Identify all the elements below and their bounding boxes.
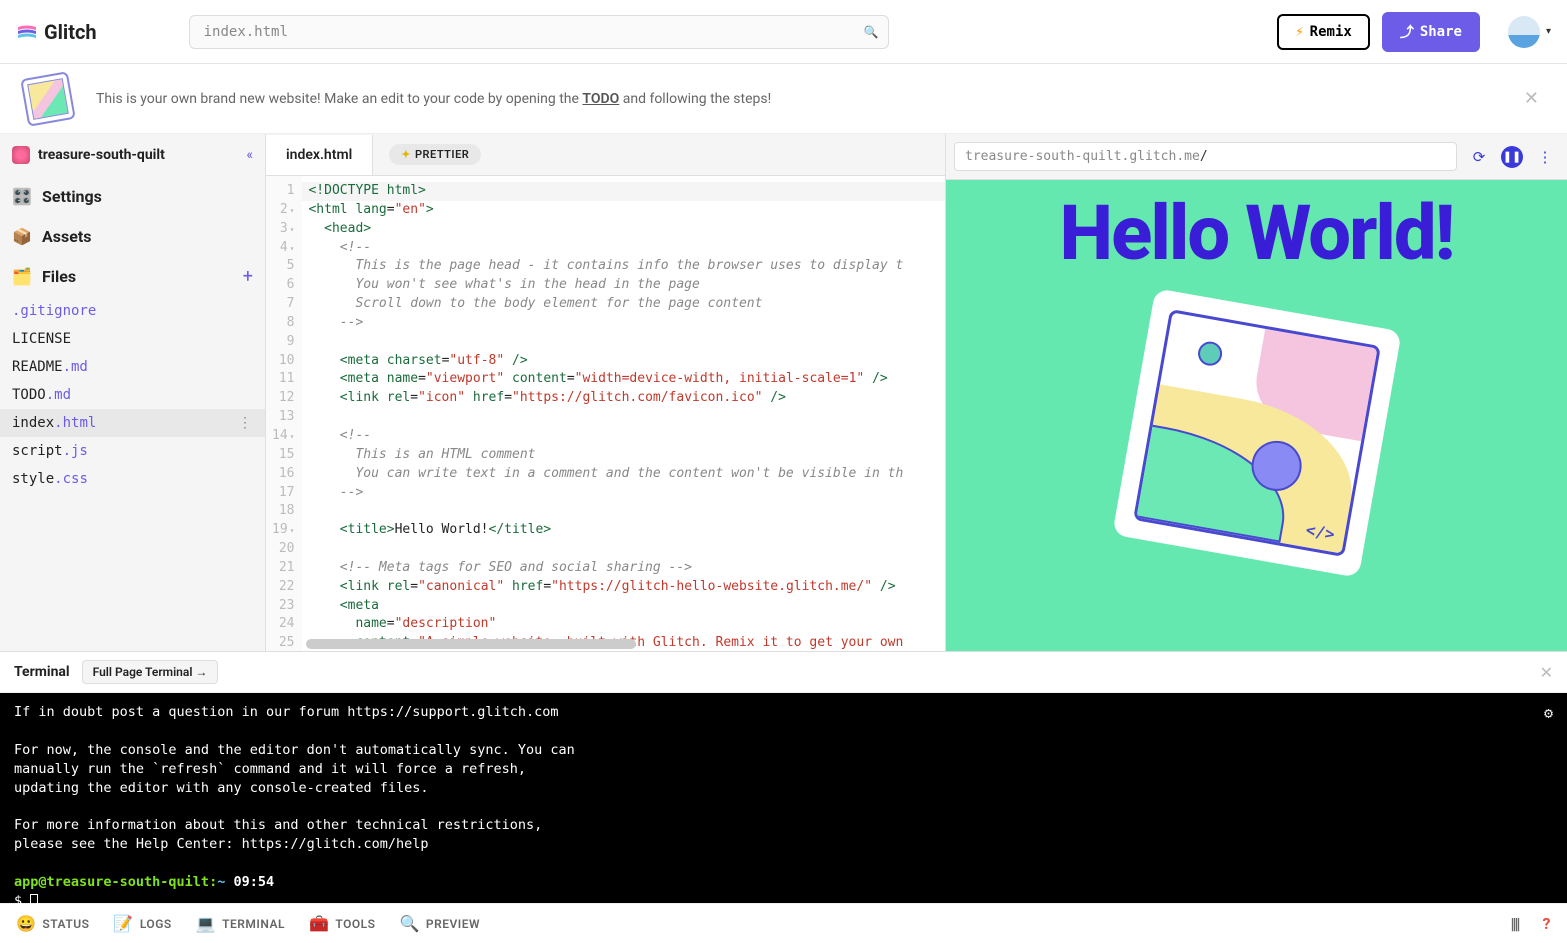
file-item[interactable]: TODO.md [0,381,265,409]
pause-button[interactable]: ❚❚ [1501,146,1523,168]
preview-content: Hello World! </> [946,180,1567,651]
keyboard-icon: |||| [1511,914,1519,933]
app-header: Glitch 🔍 ⚡ Remix ⤴ Share ▾ [0,0,1567,64]
sidebar-assets[interactable]: 📦 Assets [0,216,265,256]
terminal-prompt: app@treasure-south-quilt:~ 09:54 [14,873,1553,892]
share-icon: ⤴ [1400,22,1414,42]
project-name: treasure-south-quilt [38,147,238,163]
chevron-down-icon: ▾ [1546,26,1551,37]
user-menu[interactable]: ▾ [1492,16,1551,48]
preview-panel: treasure-south-quilt.glitch.me/ ⟳ ❚❚ ⋮ H… [945,134,1567,651]
sidebar: treasure-south-quilt « 🎛️ Settings 📦 Ass… [0,134,266,651]
banner-close-button[interactable]: ✕ [1520,84,1543,113]
terminal-icon: 💻 [196,914,216,933]
file-item[interactable]: style.css [0,465,265,493]
settings-icon: 🎛️ [12,186,32,206]
prettier-button[interactable]: ✦ PRETTIER [389,144,481,165]
preview-url-bar[interactable]: treasure-south-quilt.glitch.me/ [954,142,1457,171]
terminal-header: Terminal Full Page Terminal → ✕ [0,652,1567,693]
terminal-cursor [30,894,38,908]
terminal-close-button[interactable]: ✕ [1540,663,1553,682]
glitch-logo-icon [16,24,38,40]
main-area: treasure-south-quilt « 🎛️ Settings 📦 Ass… [0,134,1567,651]
preview-menu-button[interactable]: ⋮ [1531,143,1559,171]
avatar [1508,16,1540,48]
terminal-settings-icon[interactable]: ⚙ [1544,703,1553,724]
footer-status[interactable]: 😀STATUS [16,914,89,933]
footer-help[interactable]: ? [1543,914,1551,933]
glitch-logo-text: Glitch [44,20,97,44]
horizontal-scrollbar[interactable] [306,639,636,649]
preview-illustration: </> [1112,288,1402,578]
add-file-button[interactable]: + [243,266,253,287]
file-item[interactable]: LICENSE [0,325,265,353]
preview-toolbar: treasure-south-quilt.glitch.me/ ⟳ ❚❚ ⋮ [946,134,1567,180]
collapse-sidebar-icon[interactable]: « [246,147,253,163]
lightning-icon: ⚡ [1295,24,1303,40]
footer-preview[interactable]: 🔍PREVIEW [399,914,480,933]
sidebar-files[interactable]: 🗂️ Files + [0,256,265,297]
line-gutter: 1234567891011121314151617181920212223242… [266,176,302,651]
footer-terminal[interactable]: 💻TERMINAL [196,914,285,933]
tools-icon: 🧰 [309,914,329,933]
code-editor[interactable]: 1234567891011121314151617181920212223242… [266,176,945,651]
file-list: .gitignoreLICENSEREADME.mdTODO.mdindex.h… [0,297,265,493]
remix-button[interactable]: ⚡ Remix [1277,14,1370,50]
share-label: Share [1420,24,1462,40]
search-input[interactable] [189,15,889,49]
help-icon: ? [1543,914,1551,933]
sparkle-icon: ✦ [401,148,411,161]
banner-illustration [20,71,76,127]
project-header[interactable]: treasure-south-quilt « [0,134,265,176]
sidebar-settings[interactable]: 🎛️ Settings [0,176,265,216]
status-icon: 😀 [16,914,36,933]
file-item[interactable]: .gitignore [0,297,265,325]
welcome-banner: This is your own brand new website! Make… [0,64,1567,134]
terminal-title: Terminal [14,664,70,680]
files-icon: 🗂️ [12,267,32,287]
code-content[interactable]: <!DOCTYPE html><html lang="en"> <head> <… [302,176,945,651]
remix-label: Remix [1310,24,1352,40]
preview-hello-title: Hello World! [1060,188,1454,278]
editor-tabs: index.html ✦ PRETTIER [266,134,945,176]
glitch-logo[interactable]: Glitch [16,20,97,44]
file-item[interactable]: script.js [0,437,265,465]
search-box: 🔍 [189,15,889,49]
banner-todo-link[interactable]: TODO [582,91,619,107]
search-icon[interactable]: 🔍 [864,25,879,39]
terminal-input-line[interactable]: $ [14,892,1553,911]
file-item[interactable]: index.html⋮ [0,409,265,437]
share-button[interactable]: ⤴ Share [1382,12,1480,52]
banner-text: This is your own brand new website! Make… [96,91,1496,107]
file-options-button[interactable]: ⋮ [238,415,253,431]
preview-icon: 🔍 [399,914,419,933]
assets-icon: 📦 [12,226,32,246]
terminal-panel: Terminal Full Page Terminal → ✕ ⚙ If in … [0,651,1567,903]
footer-logs[interactable]: 📝LOGS [113,914,171,933]
editor-tab-active[interactable]: index.html [266,135,373,175]
fullpage-terminal-button[interactable]: Full Page Terminal → [82,660,219,684]
footer-tools[interactable]: 🧰TOOLS [309,914,376,933]
footer-keyboard[interactable]: |||| [1511,914,1519,933]
file-item[interactable]: README.md [0,353,265,381]
editor-area: index.html ✦ PRETTIER 123456789101112131… [266,134,945,651]
logs-icon: 📝 [113,914,133,933]
project-icon [12,146,30,164]
refresh-button[interactable]: ⟳ [1465,143,1493,171]
terminal-body[interactable]: ⚙ If in doubt post a question in our for… [0,693,1567,903]
